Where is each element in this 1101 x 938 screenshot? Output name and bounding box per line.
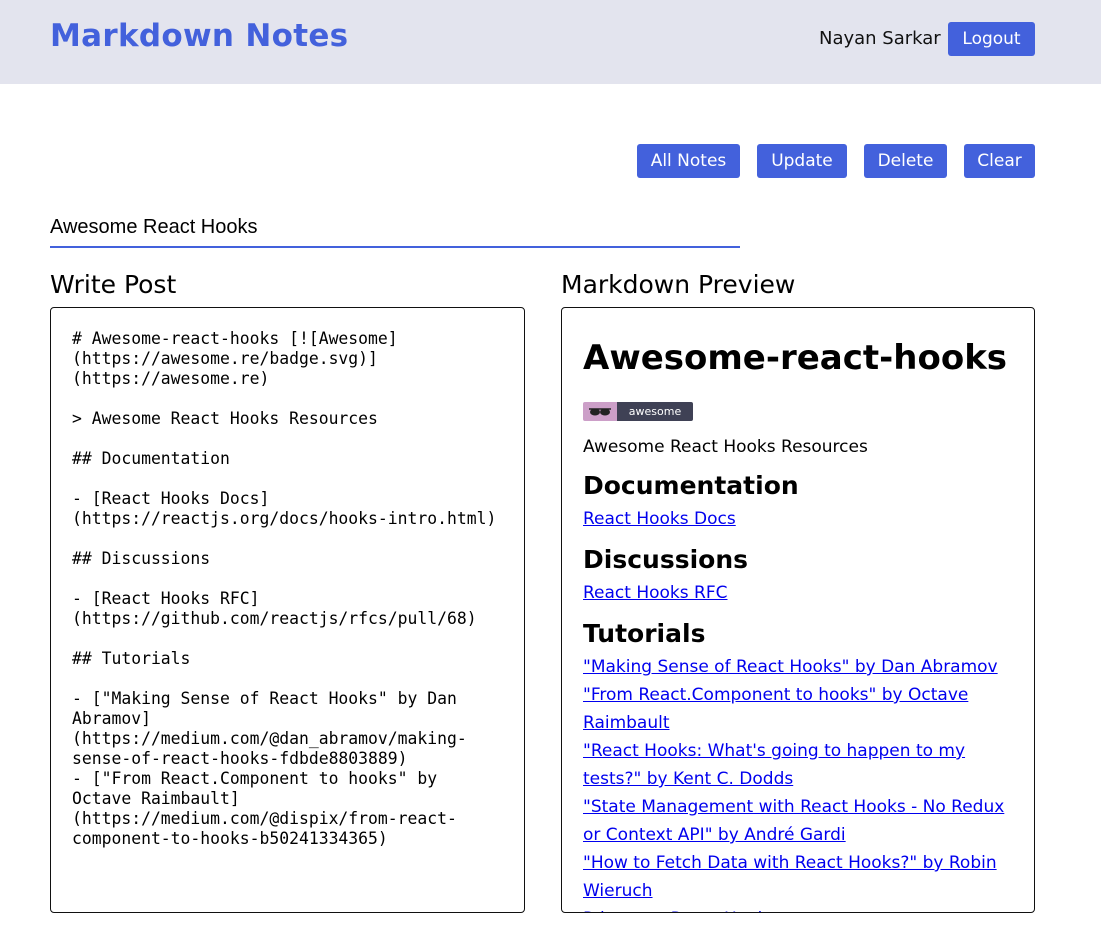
tutorial-link[interactable]: Primer on React Hooks [583, 905, 1013, 912]
user-name: Nayan Sarkar [819, 28, 941, 49]
clear-button[interactable]: Clear [964, 144, 1035, 178]
logout-button[interactable]: Logout [948, 22, 1035, 56]
app-brand[interactable]: Markdown Notes [50, 18, 348, 54]
preview-heading-discussions: Discussions [583, 545, 749, 574]
preview-title: Awesome-react-hooks [583, 338, 1008, 378]
preview-blockquote: Awesome React Hooks Resources [583, 437, 868, 457]
update-button[interactable]: Update [757, 144, 847, 178]
markdown-preview-panel[interactable]: Awesome-react-hooks awesome Awesome Reac… [561, 307, 1035, 913]
link-react-hooks-rfc[interactable]: React Hooks RFC [583, 579, 1013, 607]
markdown-editor[interactable]: # Awesome-react-hooks [![Awesome](https:… [50, 307, 525, 913]
link-react-hooks-docs[interactable]: React Hooks Docs [583, 505, 1013, 533]
tutorial-link[interactable]: "From React.Component to hooks" by Octav… [583, 681, 1013, 737]
note-title-input[interactable] [50, 208, 740, 248]
sunglasses-icon [583, 402, 617, 421]
tutorial-link[interactable]: "React Hooks: What's going to happen to … [583, 737, 1013, 793]
delete-button[interactable]: Delete [864, 144, 947, 178]
tutorial-link[interactable]: "State Management with React Hooks - No … [583, 793, 1013, 849]
markdown-preview-heading: Markdown Preview [561, 270, 796, 299]
preview-heading-documentation: Documentation [583, 471, 799, 500]
tutorial-link[interactable]: "Making Sense of React Hooks" by Dan Abr… [583, 653, 1013, 681]
awesome-badge[interactable]: awesome [583, 402, 693, 421]
preview-heading-tutorials: Tutorials [583, 619, 706, 648]
all-notes-button[interactable]: All Notes [637, 144, 740, 178]
write-post-heading: Write Post [50, 270, 177, 299]
tutorial-link[interactable]: "How to Fetch Data with React Hooks?" by… [583, 849, 1013, 905]
app-header: Markdown Notes Nayan Sarkar Logout [0, 0, 1101, 84]
badge-label: awesome [617, 402, 693, 421]
